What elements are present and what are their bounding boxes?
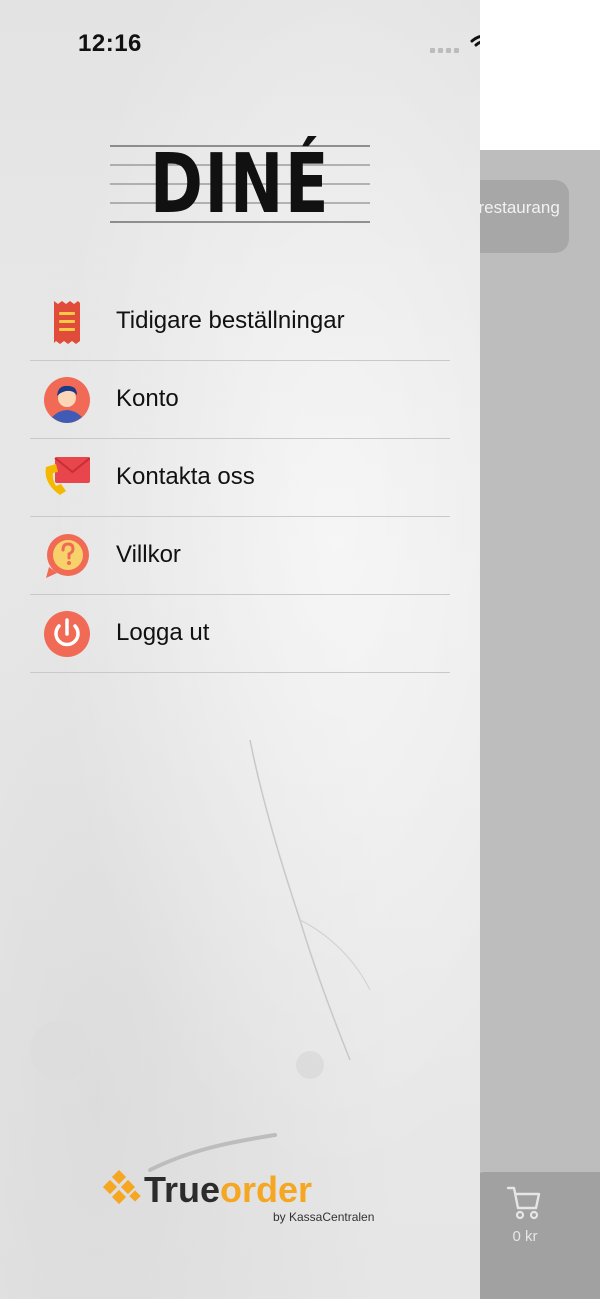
logo-text: DINÉ (149, 137, 331, 232)
power-icon (44, 611, 90, 657)
menu-label: Tidigare beställningar (116, 307, 345, 334)
terms-question-icon (46, 534, 89, 578)
trueorder-brand-logo: Trueorder by KassaCentralen (100, 1168, 385, 1228)
side-drawer: 12:16 DINÉ Tidigare beställningar Konto … (0, 0, 480, 1299)
menu-item-contact[interactable]: Kontakta oss (30, 439, 450, 517)
menu-item-terms[interactable]: Villkor (30, 517, 450, 595)
menu-item-previous-orders[interactable]: Tidigare beställningar (30, 283, 450, 361)
contact-mail-phone-icon (45, 457, 90, 495)
status-icons (430, 35, 480, 53)
cart-icon (506, 1186, 541, 1220)
drawer-menu: Tidigare beställningar Konto Kontakta os… (30, 283, 450, 673)
status-time: 12:16 (78, 30, 142, 57)
menu-label: Logga ut (116, 619, 210, 646)
menu-item-account[interactable]: Konto (30, 361, 450, 439)
restaurant-logo: DINÉ (110, 140, 370, 230)
brand-by-line: by KassaCentralen (273, 1210, 375, 1224)
account-avatar-icon (44, 377, 90, 423)
menu-label: Villkor (116, 541, 181, 568)
wifi-icon (470, 35, 480, 47)
brand-word-true: True (144, 1169, 221, 1210)
trueorder-diamond-icon (102, 1170, 141, 1205)
receipt-icon (54, 301, 80, 344)
brand-wordmark: Trueorder (144, 1168, 312, 1212)
cart-button[interactable]: 0 kr (460, 1172, 600, 1299)
menu-label: Konto (116, 385, 179, 412)
menu-label: Kontakta oss (116, 463, 255, 490)
brand-word-order: order (220, 1169, 313, 1210)
signal-icon (430, 48, 459, 53)
menu-item-logout[interactable]: Logga ut (30, 595, 450, 673)
